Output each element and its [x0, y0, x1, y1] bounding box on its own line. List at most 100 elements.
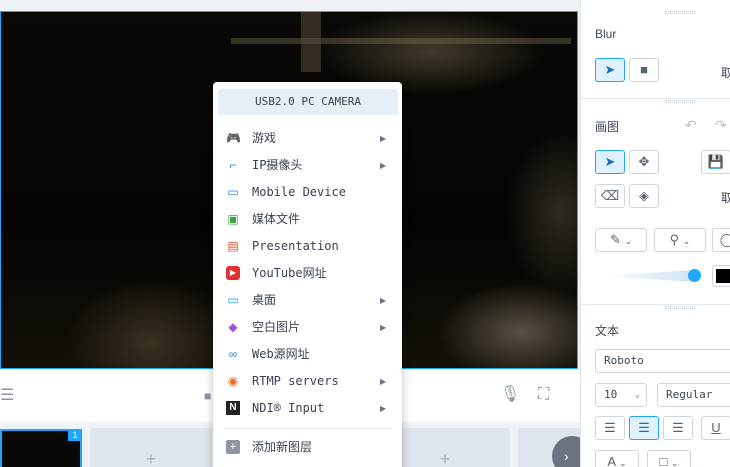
- underline-button[interactable]: U: [701, 416, 730, 440]
- menu-item-mobile-device[interactable]: ▭ Mobile Device: [213, 179, 402, 206]
- desktop-icon: ▭: [227, 293, 239, 307]
- blur-cancel-button[interactable]: 取: [721, 64, 730, 81]
- blur-rect-button[interactable]: ■: [629, 58, 659, 82]
- submenu-arrow-icon: ▶: [380, 323, 387, 332]
- text-color-label: A: [607, 454, 616, 467]
- font-family-select[interactable]: Roboto: [595, 349, 730, 373]
- menu-item-label: IP摄像头: [252, 158, 303, 172]
- menu-divider: [226, 428, 391, 429]
- preview-highlight: [301, 12, 321, 72]
- properties-panel: Blur ➤ ■ 取 画图 ↶ ↷ ➤ ✥ 💾 ⌫ ◈ 取 ✎ ⌄ ⚲ ⌄ ◯ …: [580, 0, 730, 467]
- menu-item-link[interactable]: ∞ Web源网址: [213, 341, 402, 368]
- brush-size-slider-knob[interactable]: [688, 269, 701, 282]
- align-center-icon: ☰: [638, 420, 650, 435]
- font-size-select[interactable]: 10 ⌄: [595, 383, 647, 407]
- plus-icon: +: [439, 449, 451, 467]
- menu-item-label: Presentation: [252, 239, 339, 253]
- add-new-layer-item[interactable]: + 添加新图层: [213, 434, 402, 461]
- menu-item-ndi[interactable]: N NDI® Input ▶: [213, 395, 402, 422]
- background-color-select[interactable]: □ ⌄: [647, 450, 691, 467]
- paint-bucket-icon: ◈: [639, 188, 649, 203]
- menu-item-label: NDI® Input: [252, 401, 325, 415]
- fullscreen-icon[interactable]: ⛶: [538, 387, 549, 403]
- rtmp-icon: ◉: [227, 374, 239, 388]
- undo-icon[interactable]: ↶: [685, 117, 697, 134]
- submenu-arrow-icon: ▶: [380, 134, 387, 143]
- ip-camera-icon: ⌐: [229, 158, 237, 172]
- draw-select-button[interactable]: ➤: [595, 150, 625, 174]
- menu-item-youtube[interactable]: ▶ YouTube网址: [213, 260, 402, 287]
- align-right-button[interactable]: ☰: [663, 416, 693, 440]
- chevron-down-icon: ⌄: [634, 390, 640, 400]
- draw-section-title: 画图: [595, 120, 620, 134]
- underline-label: U: [711, 420, 721, 435]
- add-scene-slot[interactable]: +: [90, 428, 212, 467]
- stroke-color-fill: [716, 269, 730, 283]
- app-window: ☰ ■ 🎙 ⛶ 1 + + › Blur ➤ ■ 取 画图 ↶ ↷ ➤ ✥ 💾 …: [0, 0, 730, 467]
- shape-tool-select[interactable]: ◯: [712, 228, 730, 252]
- current-source-header[interactable]: USB2.0 PC CAMERA: [218, 89, 398, 115]
- blank-image-icon: ◆: [228, 320, 238, 334]
- add-layer-icon: +: [226, 440, 240, 454]
- draw-save-button[interactable]: 💾: [701, 150, 730, 174]
- menu-item-desktop[interactable]: ▭ 桌面 ▶: [213, 287, 402, 314]
- chevron-down-icon: ⌄: [619, 458, 627, 467]
- menu-item-label: 添加新图层: [252, 440, 313, 454]
- preview-highlight: [231, 38, 571, 44]
- menu-item-blank-image[interactable]: ◆ 空白图片 ▶: [213, 314, 402, 341]
- pencil-icon: ✎: [609, 232, 621, 247]
- menu-item-label: 空白图片: [252, 320, 301, 334]
- list-icon[interactable]: ☰: [0, 388, 14, 404]
- text-color-select[interactable]: A ⌄: [595, 450, 639, 467]
- font-weight-select[interactable]: Regular: [657, 383, 730, 407]
- eraser-button[interactable]: ⌫: [595, 184, 625, 208]
- ndi-icon: N: [226, 401, 240, 415]
- menu-item-presentation[interactable]: ▤ Presentation: [213, 233, 402, 260]
- divider: [581, 98, 730, 99]
- font-family-value: Roboto: [604, 354, 644, 367]
- mic-muted-icon[interactable]: 🎙: [500, 387, 520, 403]
- menu-item-media-file[interactable]: ▣ 媒体文件: [213, 206, 402, 233]
- add-source-menu: USB2.0 PC CAMERA 🎮 游戏 ▶ ⌐ IP摄像头 ▶ ▭ Mobile Devi…: [213, 82, 402, 467]
- media-file-icon: ▣: [227, 212, 239, 226]
- square-outline-icon: □: [659, 454, 668, 467]
- move-icon: ✥: [638, 154, 650, 169]
- align-left-button[interactable]: ☰: [595, 416, 625, 440]
- stamp-tool-select[interactable]: ⚲ ⌄: [654, 228, 706, 252]
- text-section-title: 文本: [595, 324, 620, 338]
- submenu-arrow-icon: ▶: [380, 161, 387, 170]
- menu-item-gamepad[interactable]: 🎮 游戏 ▶: [213, 125, 402, 152]
- align-left-icon: ☰: [604, 420, 616, 435]
- chevron-down-icon: ⌄: [670, 458, 679, 467]
- chevron-down-icon: ⌄: [682, 236, 691, 246]
- menu-item-rtmp[interactable]: ◉ RTMP servers ▶: [213, 368, 402, 395]
- divider: [581, 304, 730, 305]
- menu-item-ip-camera[interactable]: ⌐ IP摄像头 ▶: [213, 152, 402, 179]
- redo-icon[interactable]: ↷: [715, 117, 727, 134]
- draw-move-button[interactable]: ✥: [629, 150, 659, 174]
- stop-icon[interactable]: ■: [204, 388, 211, 404]
- submenu-arrow-icon: ▶: [380, 296, 387, 305]
- blur-select-button[interactable]: ➤: [595, 58, 625, 82]
- presentation-icon: ▤: [227, 239, 239, 253]
- cursor-icon: ➤: [604, 62, 616, 77]
- link-icon: ∞: [228, 347, 238, 361]
- pen-tool-select[interactable]: ✎ ⌄: [595, 228, 647, 252]
- fill-button[interactable]: ◈: [629, 184, 659, 208]
- menu-item-label: Mobile Device: [252, 185, 346, 199]
- stroke-color-swatch[interactable]: [712, 265, 730, 287]
- stamp-icon: ⚲: [669, 232, 680, 247]
- draw-cancel-button[interactable]: 取: [721, 189, 730, 206]
- submenu-arrow-icon: ▶: [380, 377, 387, 386]
- square-icon: ■: [640, 62, 648, 77]
- scene-thumbnail[interactable]: 1: [0, 429, 82, 467]
- chevron-right-icon: ›: [564, 448, 569, 464]
- drag-handle[interactable]: [665, 100, 695, 103]
- align-center-button[interactable]: ☰: [629, 416, 659, 440]
- drag-handle[interactable]: [665, 11, 695, 14]
- align-right-icon: ☰: [672, 420, 684, 435]
- font-weight-value: Regular: [666, 388, 713, 401]
- menu-item-label: 桌面: [252, 293, 277, 307]
- drag-handle[interactable]: [665, 306, 695, 309]
- circle-icon: ◯: [719, 232, 730, 247]
